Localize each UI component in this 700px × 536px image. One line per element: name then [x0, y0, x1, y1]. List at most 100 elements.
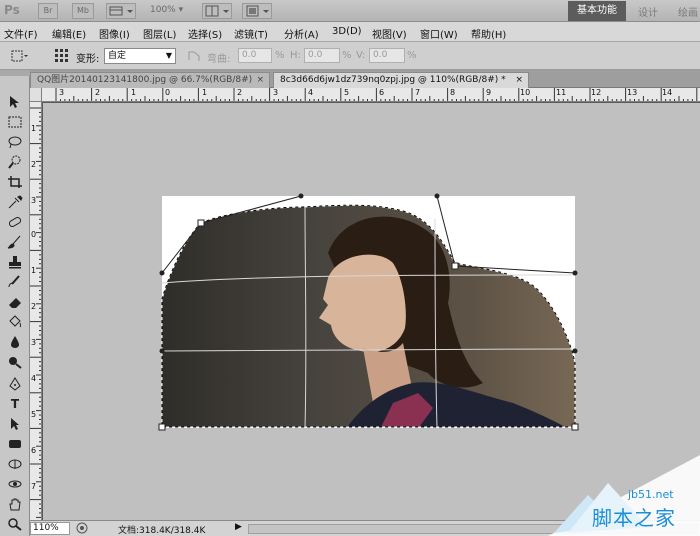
ruler-number: 1 — [131, 88, 137, 97]
ruler-number: 10 — [520, 88, 531, 97]
reference-point-icon[interactable] — [54, 48, 70, 64]
mini-bridge-button[interactable]: Mb — [72, 3, 94, 19]
type-tool-icon[interactable]: T — [6, 396, 24, 412]
workspace-painting[interactable]: 绘画 — [678, 4, 698, 19]
workspace-design[interactable]: 设计 — [638, 4, 658, 19]
horizontal-ruler[interactable]: 3 2 1 0 1 2 3 4 5 6 7 8 9 10 11 12 13 14 — [42, 88, 700, 102]
ruler-number: 13 — [627, 88, 638, 97]
menu-view[interactable]: 视图(V) — [372, 26, 407, 41]
pen-tool-icon[interactable] — [6, 376, 24, 392]
menu-layer[interactable]: 图层(L) — [143, 26, 176, 41]
bend-label: 弯曲: — [207, 54, 231, 65]
workspace-essentials[interactable]: 基本功能 — [568, 1, 626, 21]
lasso-tool-icon[interactable] — [6, 134, 24, 150]
transform-tool-icon[interactable] — [10, 48, 28, 64]
quick-selection-tool-icon[interactable] — [6, 154, 24, 170]
menu-image[interactable]: 图像(I) — [99, 26, 130, 41]
watermark-domain: jb51.net — [628, 488, 674, 501]
menu-3d[interactable]: 3D(D) — [332, 26, 362, 37]
hand-tool-icon[interactable] — [6, 496, 24, 512]
blur-tool-icon[interactable] — [6, 334, 24, 350]
path-selection-tool-icon[interactable] — [6, 416, 24, 432]
ruler-number: 7 — [31, 482, 37, 491]
v-unit: % — [407, 50, 417, 61]
healing-brush-tool-icon[interactable] — [6, 214, 24, 230]
tab-qq-image[interactable]: QQ图片20140123141800.jpg @ 66.7%(RGB/8#) × — [30, 72, 270, 88]
ruler-number: 1 — [31, 266, 37, 275]
move-tool-icon[interactable] — [6, 94, 24, 110]
zoom-level-dropdown[interactable]: 100% ▾ — [150, 5, 183, 15]
screen-mode-icon — [246, 5, 269, 17]
ruler-number: 7 — [415, 88, 421, 97]
menu-filter[interactable]: 滤镜(T) — [234, 26, 268, 41]
ruler-number: 3 — [273, 88, 279, 97]
bend-input[interactable]: 0.0 — [238, 48, 272, 63]
dodge-tool-icon[interactable] — [6, 354, 24, 370]
arrange-documents-button[interactable] — [202, 3, 232, 19]
view-extras-button[interactable] — [106, 3, 136, 19]
warp-style-value: 自定 — [108, 51, 127, 61]
clone-stamp-tool-icon[interactable] — [6, 254, 24, 270]
crop-tool-icon[interactable] — [6, 174, 24, 190]
menu-window[interactable]: 窗口(W) — [420, 26, 458, 41]
ruler-number: 6 — [379, 88, 385, 97]
tools-panel: T — [0, 70, 30, 536]
status-info-icon[interactable] — [76, 522, 88, 536]
3d-rotate-tool-icon[interactable] — [6, 456, 24, 472]
warp-label: 变形: — [76, 54, 100, 65]
menu-select[interactable]: 选择(S) — [188, 26, 222, 41]
vertical-ruler[interactable]: 1 2 3 0 1 2 3 4 5 6 7 — [30, 102, 42, 520]
document-tab-bar: QQ图片20140123141800.jpg @ 66.7%(RGB/8#) ×… — [30, 70, 700, 88]
h-distortion-input[interactable]: 0.0 — [304, 48, 340, 63]
status-zoom-input[interactable]: 110% — [30, 522, 70, 535]
warp-style-select[interactable]: 自定 ▼ — [104, 48, 176, 64]
ruler-number: 1 — [202, 88, 208, 97]
options-bar: 变形: 自定 ▼ 弯曲: 0.0 % H: 0.0 % V: 0.0 % — [0, 42, 700, 70]
ruler-number: 3 — [59, 88, 65, 97]
menu-file[interactable]: 文件(F) — [4, 26, 38, 41]
menu-edit[interactable]: 编辑(E) — [52, 26, 86, 41]
ruler-number: 3 — [31, 196, 37, 205]
paint-bucket-tool-icon[interactable] — [6, 314, 24, 330]
ruler-ticks — [55, 88, 698, 101]
zoom-tool-icon[interactable] — [6, 516, 24, 532]
bridge-button[interactable]: Br — [38, 3, 58, 19]
title-bar: Ps Br Mb 100% ▾ 基本功能 设计 绘画 — [0, 0, 700, 22]
h-label: H: — [290, 50, 301, 61]
tab-label: 8c3d66d6jw1dz739nq0zpj.jpg @ 110%(RGB/8#… — [280, 75, 506, 85]
close-icon[interactable]: × — [256, 73, 264, 87]
v-distortion-input[interactable]: 0.0 — [369, 48, 405, 63]
ruler-number: 5 — [344, 88, 350, 97]
ruler-origin[interactable] — [30, 88, 42, 102]
tab-label: QQ图片20140123141800.jpg @ 66.7%(RGB/8#) — [37, 75, 253, 85]
screen-mode-button[interactable] — [242, 3, 272, 19]
watermark-cn: 脚本之家 — [592, 506, 676, 530]
marquee-tool-icon[interactable] — [6, 114, 24, 130]
menu-help[interactable]: 帮助(H) — [471, 26, 506, 41]
change-warp-orientation-icon[interactable] — [186, 48, 202, 64]
ruler-number: 2 — [95, 88, 101, 97]
ruler-number: 4 — [308, 88, 314, 97]
ruler-number: 6 — [31, 446, 37, 455]
history-brush-tool-icon[interactable] — [6, 274, 24, 290]
h-unit: % — [342, 50, 352, 61]
brush-tool-icon[interactable] — [6, 234, 24, 250]
ruler-number: 2 — [31, 302, 37, 311]
rectangle-tool-icon[interactable] — [6, 436, 24, 452]
close-icon[interactable]: × — [515, 73, 523, 87]
warped-photo — [162, 205, 575, 427]
tools-panel-grip[interactable] — [0, 70, 30, 76]
3d-orbit-tool-icon[interactable] — [6, 476, 24, 492]
tab-active-document[interactable]: 8c3d66d6jw1dz739nq0zpj.jpg @ 110%(RGB/8#… — [273, 72, 529, 88]
ruler-number: 8 — [450, 88, 456, 97]
menu-analysis[interactable]: 分析(A) — [284, 26, 319, 41]
v-label: V: — [356, 50, 366, 61]
ruler-number: 4 — [31, 374, 37, 383]
eyedropper-tool-icon[interactable] — [6, 194, 24, 210]
menu-bar: 文件(F) 编辑(E) 图像(I) 图层(L) 选择(S) 滤镜(T) 分析(A… — [0, 22, 700, 42]
status-menu-arrow[interactable]: ▶ — [235, 522, 242, 532]
ruler-number: 2 — [237, 88, 243, 97]
ruler-number: 12 — [591, 88, 602, 97]
document-size-info: 文档:318.4K/318.4K — [118, 526, 206, 536]
eraser-tool-icon[interactable] — [6, 294, 24, 310]
